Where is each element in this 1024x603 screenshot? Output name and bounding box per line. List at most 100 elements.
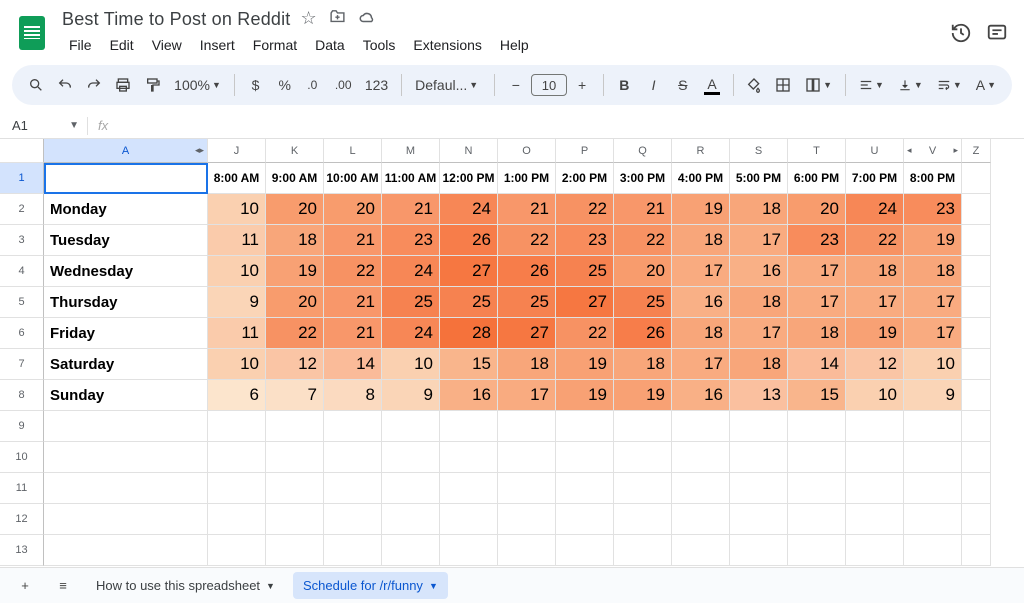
cell[interactable] xyxy=(962,504,991,535)
cell[interactable]: 24 xyxy=(382,318,440,349)
cell[interactable] xyxy=(382,411,440,442)
cell[interactable] xyxy=(556,411,614,442)
cell[interactable] xyxy=(730,411,788,442)
cell[interactable]: Thursday xyxy=(44,287,208,318)
col-header[interactable]: O xyxy=(498,139,556,163)
cell[interactable]: 16 xyxy=(440,380,498,411)
cell[interactable] xyxy=(324,504,382,535)
cell[interactable]: 10 xyxy=(208,256,266,287)
cell[interactable] xyxy=(672,535,730,566)
cell[interactable] xyxy=(846,504,904,535)
cell[interactable]: 22 xyxy=(614,225,672,256)
more-formats-dropdown[interactable]: 123 xyxy=(359,77,394,93)
decrease-decimal-icon[interactable]: .0 xyxy=(300,71,327,99)
cell[interactable] xyxy=(324,442,382,473)
col-header[interactable]: Q xyxy=(614,139,672,163)
cell[interactable]: 17 xyxy=(672,256,730,287)
strikethrough-icon[interactable]: S xyxy=(669,71,696,99)
cell[interactable]: 23 xyxy=(788,225,846,256)
cell[interactable]: 24 xyxy=(382,256,440,287)
cell[interactable] xyxy=(266,504,324,535)
wrap-dropdown[interactable]: ▼ xyxy=(931,78,968,92)
all-sheets-button[interactable]: ≡ xyxy=(48,571,78,601)
cell[interactable] xyxy=(44,411,208,442)
cell[interactable] xyxy=(208,411,266,442)
menu-tools[interactable]: Tools xyxy=(356,33,403,57)
sheet-tab-howto[interactable]: How to use this spreadsheet▼ xyxy=(86,572,285,599)
cell[interactable] xyxy=(44,535,208,566)
menu-insert[interactable]: Insert xyxy=(193,33,242,57)
cell[interactable] xyxy=(788,442,846,473)
cell[interactable] xyxy=(44,504,208,535)
cell[interactable]: 18 xyxy=(730,287,788,318)
cell[interactable]: 21 xyxy=(498,194,556,225)
search-icon[interactable] xyxy=(22,71,49,99)
cell[interactable]: 20 xyxy=(266,194,324,225)
cell[interactable]: 27 xyxy=(556,287,614,318)
cell[interactable]: 22 xyxy=(846,225,904,256)
col-header[interactable]: V◂▸ xyxy=(904,139,962,163)
col-header[interactable]: R xyxy=(672,139,730,163)
cell[interactable] xyxy=(266,411,324,442)
menu-file[interactable]: File xyxy=(62,33,99,57)
row-header[interactable]: 9 xyxy=(0,411,44,442)
cell[interactable]: 19 xyxy=(846,318,904,349)
add-sheet-button[interactable]: + xyxy=(10,571,40,601)
row-header[interactable]: 2 xyxy=(0,194,44,225)
cell[interactable]: Friday xyxy=(44,318,208,349)
cell[interactable]: 9 xyxy=(904,380,962,411)
col-header[interactable]: S xyxy=(730,139,788,163)
sheet-tab-schedule[interactable]: Schedule for /r/funny▼ xyxy=(293,572,448,599)
cell[interactable]: 21 xyxy=(324,287,382,318)
cell[interactable] xyxy=(672,473,730,504)
menu-view[interactable]: View xyxy=(145,33,189,57)
cell[interactable] xyxy=(498,504,556,535)
cell[interactable]: 21 xyxy=(324,318,382,349)
cell[interactable] xyxy=(208,504,266,535)
cell[interactable]: 9:00 AM xyxy=(266,163,324,194)
cell[interactable]: 27 xyxy=(440,256,498,287)
cell[interactable]: 17 xyxy=(904,287,962,318)
cell[interactable] xyxy=(788,504,846,535)
cell[interactable]: Monday xyxy=(44,194,208,225)
cell[interactable]: 17 xyxy=(672,349,730,380)
col-header[interactable]: N xyxy=(440,139,498,163)
undo-icon[interactable] xyxy=(51,71,78,99)
cell[interactable] xyxy=(382,442,440,473)
cell[interactable]: 18 xyxy=(846,256,904,287)
cell[interactable]: 17 xyxy=(730,225,788,256)
cell[interactable] xyxy=(846,442,904,473)
cell[interactable]: 15 xyxy=(440,349,498,380)
currency-icon[interactable]: $ xyxy=(242,71,269,99)
cell[interactable] xyxy=(382,473,440,504)
cell[interactable]: 5:00 PM xyxy=(730,163,788,194)
cell[interactable] xyxy=(962,411,991,442)
cell[interactable]: Saturday xyxy=(44,349,208,380)
cell[interactable] xyxy=(614,504,672,535)
cell[interactable]: 24 xyxy=(440,194,498,225)
cell[interactable]: 27 xyxy=(498,318,556,349)
cell[interactable]: 10 xyxy=(208,194,266,225)
cell[interactable] xyxy=(846,535,904,566)
cell[interactable]: 11:00 AM xyxy=(382,163,440,194)
cell[interactable] xyxy=(556,504,614,535)
font-size-increase[interactable]: + xyxy=(569,71,596,99)
cell[interactable]: 25 xyxy=(440,287,498,318)
cell[interactable] xyxy=(498,535,556,566)
cell[interactable]: 19 xyxy=(266,256,324,287)
cell[interactable]: 17 xyxy=(788,256,846,287)
cell[interactable]: 21 xyxy=(614,194,672,225)
cell[interactable]: 18 xyxy=(614,349,672,380)
cell[interactable] xyxy=(44,473,208,504)
cloud-status-icon[interactable] xyxy=(358,8,376,31)
cell[interactable]: 14 xyxy=(788,349,846,380)
cell[interactable] xyxy=(962,287,991,318)
menu-format[interactable]: Format xyxy=(246,33,304,57)
italic-icon[interactable]: I xyxy=(640,71,667,99)
star-icon[interactable]: ☆ xyxy=(301,8,317,31)
cell[interactable] xyxy=(440,535,498,566)
move-icon[interactable] xyxy=(329,8,346,31)
rotation-dropdown[interactable]: A▼ xyxy=(970,77,1002,93)
cell[interactable] xyxy=(788,411,846,442)
row-header[interactable]: 8 xyxy=(0,380,44,411)
